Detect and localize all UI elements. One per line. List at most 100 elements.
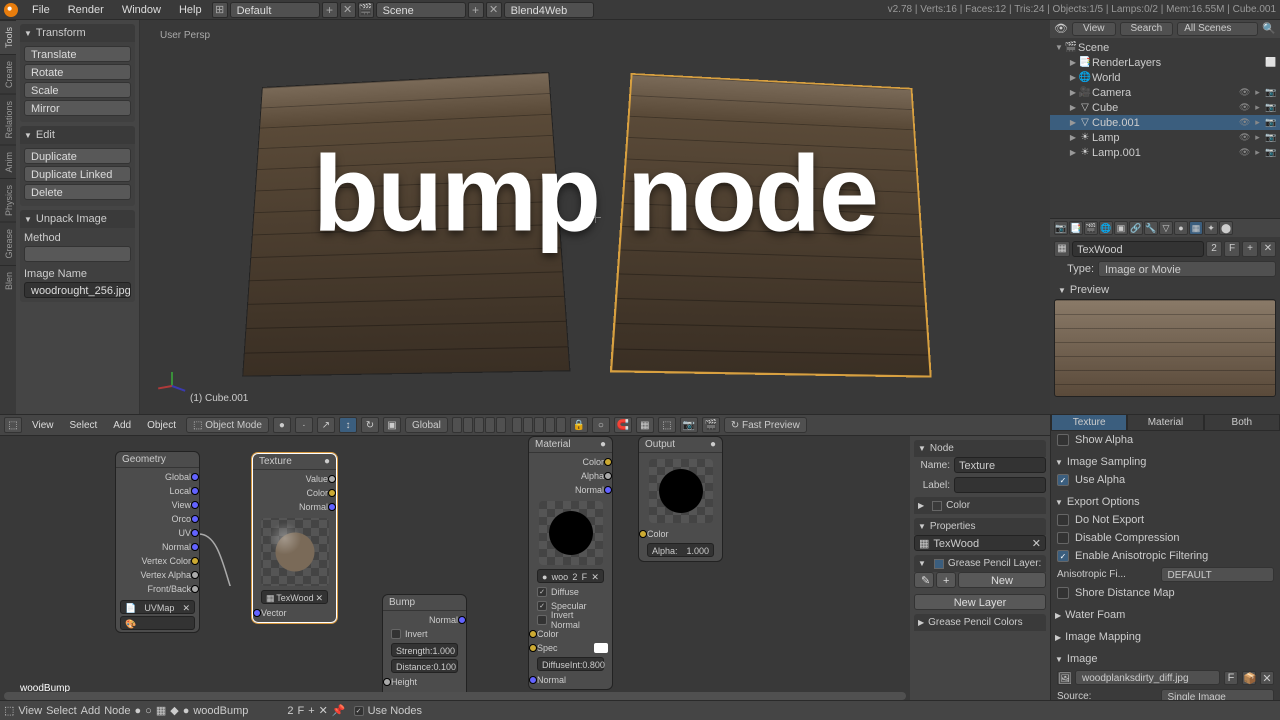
ptab-modifiers[interactable]: 🔧 bbox=[1144, 221, 1158, 235]
ne-node[interactable]: Node bbox=[104, 705, 130, 717]
ne-add-mat[interactable]: + bbox=[308, 705, 314, 717]
ne-add[interactable]: Add bbox=[81, 705, 101, 717]
mirror-button[interactable]: Mirror bbox=[24, 100, 131, 116]
show-alpha-row[interactable]: Show Alpha bbox=[1051, 431, 1280, 449]
vh-view[interactable]: View bbox=[26, 418, 60, 433]
image-name-field[interactable]: woodrought_256.jpg bbox=[24, 282, 131, 298]
transform-header[interactable]: ▼Transform bbox=[20, 24, 135, 42]
search-icon[interactable]: 🔍 bbox=[1262, 22, 1276, 36]
gp-new-button[interactable]: New bbox=[958, 572, 1046, 588]
texture-remove[interactable]: ✕ bbox=[1260, 241, 1276, 257]
ne-type-icon[interactable]: ⬚ bbox=[4, 704, 14, 717]
fast-preview-button[interactable]: ↻ Fast Preview bbox=[724, 417, 807, 433]
outliner-item-cube-001[interactable]: ▶▽Cube.001👁▸📷 bbox=[1050, 115, 1280, 130]
opengl-anim[interactable]: 🎬 bbox=[702, 417, 720, 433]
bump-distance[interactable]: Distance:0.100 bbox=[391, 659, 458, 673]
node-bump[interactable]: Bump Normal Invert Strength:1.000 Distan… bbox=[382, 594, 467, 700]
node-editor-canvas[interactable]: Geometry GlobalLocalViewOrcoUVNormalVert… bbox=[0, 436, 910, 700]
mat-datablock[interactable]: ●woo2F✕ bbox=[537, 569, 604, 583]
tab-create[interactable]: Create bbox=[0, 54, 16, 94]
texture-add[interactable]: + bbox=[1242, 241, 1258, 257]
outliner-view-menu[interactable]: View bbox=[1072, 22, 1116, 36]
layout-split-icon[interactable]: ⊞ bbox=[212, 2, 228, 18]
filter-material[interactable]: Material bbox=[1127, 414, 1203, 431]
duplicate-linked-button[interactable]: Duplicate Linked bbox=[24, 166, 131, 182]
image-mapping-header[interactable]: ▶Image Mapping bbox=[1051, 628, 1280, 646]
do-not-export-row[interactable]: Do Not Export bbox=[1051, 511, 1280, 529]
scene-browse-icon[interactable]: 🎬 bbox=[358, 2, 374, 18]
translate-button[interactable]: Translate bbox=[24, 46, 131, 62]
menu-window[interactable]: Window bbox=[114, 2, 169, 18]
export-options-header[interactable]: ▼Export Options bbox=[1051, 493, 1280, 511]
output-alpha[interactable]: Alpha:1.000 bbox=[647, 543, 714, 557]
disable-compression-row[interactable]: Disable Compression bbox=[1051, 529, 1280, 547]
ne-material-field[interactable]: woodBump bbox=[193, 705, 283, 717]
vh-select[interactable]: Select bbox=[64, 418, 104, 433]
outliner-tree[interactable]: ▼🎬Scene▶📑RenderLayers⬜▶🌐World▶🎥Camera👁▸📷… bbox=[1050, 38, 1280, 218]
render-engine-selector[interactable]: Blend4Web bbox=[504, 2, 594, 18]
ptab-physics[interactable]: ⬤ bbox=[1219, 221, 1233, 235]
image-unlink[interactable]: ✕ bbox=[1260, 671, 1274, 685]
shore-distance-row[interactable]: Shore Distance Map bbox=[1051, 584, 1280, 602]
mode-selector[interactable]: ⬚ Object Mode bbox=[186, 417, 269, 433]
ptab-constraints[interactable]: 🔗 bbox=[1129, 221, 1143, 235]
menu-render[interactable]: Render bbox=[60, 2, 112, 18]
gp-pencil-icon[interactable]: ✎ bbox=[914, 572, 934, 588]
vh-add[interactable]: Add bbox=[107, 418, 137, 433]
menu-help[interactable]: Help bbox=[171, 2, 210, 18]
scale-button[interactable]: Scale bbox=[24, 82, 131, 98]
lock-camera[interactable]: 🔒 bbox=[570, 417, 588, 433]
ne-tree-shader[interactable]: ● bbox=[135, 705, 142, 717]
vh-object[interactable]: Object bbox=[141, 418, 182, 433]
editor-type-icon[interactable]: ⬚ bbox=[4, 417, 22, 433]
aniso-select[interactable]: DEFAULT bbox=[1161, 567, 1275, 582]
node-properties-header[interactable]: ▼Properties bbox=[914, 518, 1046, 535]
outliner-type-icon[interactable]: 👁 bbox=[1054, 22, 1068, 36]
scene-selector[interactable]: Scene bbox=[376, 2, 466, 18]
node-output[interactable]: Output● Color Alpha:1.000 bbox=[638, 436, 723, 562]
ne-tree-tex[interactable]: ▦ bbox=[156, 704, 166, 717]
outliner-search-menu[interactable]: Search bbox=[1120, 22, 1174, 36]
image-sampling-header[interactable]: ▼Image Sampling bbox=[1051, 453, 1280, 471]
outliner-item-scene[interactable]: ▼🎬Scene bbox=[1050, 40, 1280, 55]
node-tex-ref[interactable]: ▦TexWood✕ bbox=[914, 535, 1046, 551]
ptab-data[interactable]: ▽ bbox=[1159, 221, 1173, 235]
gp-new-layer-button[interactable]: New Layer bbox=[914, 594, 1046, 610]
filter-both[interactable]: Both bbox=[1204, 414, 1280, 431]
manip-rotate[interactable]: ↻ bbox=[361, 417, 379, 433]
bump-strength[interactable]: Strength:1.000 bbox=[391, 643, 458, 657]
outliner-item-renderlayers[interactable]: ▶📑RenderLayers⬜ bbox=[1050, 55, 1280, 70]
tab-anim[interactable]: Anim bbox=[0, 145, 16, 179]
manip-translate[interactable]: ↕ bbox=[339, 417, 357, 433]
node-geometry[interactable]: Geometry GlobalLocalViewOrcoUVNormalVert… bbox=[115, 451, 200, 633]
gp-add-icon[interactable]: + bbox=[936, 572, 956, 588]
gp-layers-header[interactable]: ▼Grease Pencil Layer: bbox=[914, 555, 1046, 572]
edit-header[interactable]: ▼Edit bbox=[20, 126, 135, 144]
ptab-object[interactable]: ▣ bbox=[1114, 221, 1128, 235]
ptab-layers[interactable]: 📑 bbox=[1069, 221, 1083, 235]
node-texture[interactable]: Texture● Value Color Normal ▦TexWood✕ Ve… bbox=[252, 453, 337, 623]
ne-fake-user[interactable]: F bbox=[297, 705, 304, 717]
use-alpha-row[interactable]: Use Alpha bbox=[1051, 471, 1280, 489]
menu-file[interactable]: File bbox=[24, 2, 58, 18]
layers-widget[interactable] bbox=[452, 417, 566, 433]
ptab-render[interactable]: 📷 bbox=[1054, 221, 1068, 235]
ne-mat-browse[interactable]: ● bbox=[183, 705, 190, 717]
add-layout-button[interactable]: + bbox=[322, 2, 338, 18]
delete-button[interactable]: Delete bbox=[24, 184, 131, 200]
tab-tools[interactable]: Tools bbox=[0, 20, 16, 54]
image-browse-icon[interactable]: 🖼 bbox=[1057, 671, 1071, 685]
ne-pin[interactable]: 📌 bbox=[332, 704, 346, 717]
node-panel-header[interactable]: ▼Node bbox=[914, 440, 1046, 457]
opengl-render[interactable]: 📷 bbox=[680, 417, 698, 433]
node-material[interactable]: Material● Color Alpha Normal ●woo2F✕ Dif… bbox=[528, 436, 613, 690]
ne-remove-mat[interactable]: ✕ bbox=[319, 704, 328, 717]
node-name-field[interactable]: Texture bbox=[954, 457, 1046, 473]
outliner-item-cube[interactable]: ▶▽Cube👁▸📷 bbox=[1050, 100, 1280, 115]
proportional-edit[interactable]: ○ bbox=[592, 417, 610, 433]
ne-select[interactable]: Select bbox=[46, 705, 77, 717]
image-fake-user[interactable]: F bbox=[1224, 671, 1238, 685]
node-label-field[interactable] bbox=[954, 477, 1046, 493]
render-border[interactable]: ⬚ bbox=[658, 417, 676, 433]
rotate-button[interactable]: Rotate bbox=[24, 64, 131, 80]
